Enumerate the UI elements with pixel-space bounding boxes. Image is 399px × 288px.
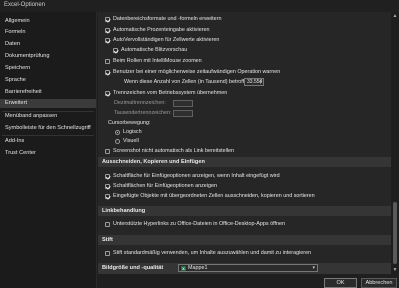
thousands-separator-label: Tausendertrennzeichen: xyxy=(114,110,172,116)
scroll-up-icon[interactable]: ▲ xyxy=(392,13,398,19)
checkbox[interactable] xyxy=(105,173,110,179)
dialog-footer: OK Abbrechen xyxy=(98,276,399,288)
sidebar-item-barrierefreiheit[interactable]: Barrierefreiheit xyxy=(0,88,96,97)
sidebar-item-trust-center[interactable]: Trust Center xyxy=(0,149,96,158)
option-intellimouse-zoom[interactable]: Beim Rollen mit IntelliMouse zoomen xyxy=(105,57,202,65)
thousands-separator-row: Tausendertrennzeichen: xyxy=(114,109,172,117)
decimal-separator-input[interactable] xyxy=(173,100,193,107)
option-label: Visuell xyxy=(123,138,139,144)
option-label: Screenshot nicht automatisch als Link be… xyxy=(113,148,235,154)
checkbox[interactable] xyxy=(105,221,110,227)
option-insert-options-buttons[interactable]: Schaltflächen für Einfügeoptionen anzeig… xyxy=(105,182,217,190)
option-warn-operation[interactable]: Benutzer bei einer möglicherweise zeitau… xyxy=(105,68,280,76)
checkbox[interactable] xyxy=(105,90,110,96)
thousands-separator-input[interactable] xyxy=(173,110,193,117)
warn-cells-spinner[interactable]: 33.554 ▲ ▼ xyxy=(244,78,264,86)
option-cut-copy-sort-objects[interactable]: Eingefügte Objekte mit übergeordneten Ze… xyxy=(105,192,315,200)
option-label: Stift standardmäßig verwenden, um Inhalt… xyxy=(113,250,312,256)
option-label: Eingefügte Objekte mit übergeordneten Ze… xyxy=(113,193,315,199)
cancel-button[interactable]: Abbrechen xyxy=(361,278,397,288)
checkbox[interactable] xyxy=(105,69,110,75)
checkbox[interactable] xyxy=(105,37,110,43)
sidebar-item-dokumentpruefung[interactable]: Dokumentprüfung xyxy=(0,52,96,61)
option-label: Datenbereichsformate und -formeln erweit… xyxy=(113,16,222,22)
cursor-movement-row: Cursorbewegung: xyxy=(108,119,151,127)
sidebar-item-sprache[interactable]: Sprache xyxy=(0,76,96,85)
checkbox[interactable] xyxy=(105,58,110,64)
content-scrollbar[interactable]: ▲ ▼ xyxy=(391,12,399,274)
option-autocomplete[interactable]: AutoVervollständigen für Zellwerte aktiv… xyxy=(105,36,219,44)
advanced-options-panel: Datenbereichsformate und -formeln erweit… xyxy=(98,12,391,274)
checkbox[interactable] xyxy=(113,47,118,53)
cursor-visual-option[interactable]: Visuell xyxy=(115,137,139,145)
option-label: Unterstützte Hyperlinks zu Office-Dateie… xyxy=(113,221,285,227)
decimal-separator-label: Dezimaltrennzeichen: xyxy=(114,100,166,106)
option-auto-percent[interactable]: Automatische Prozenteingabe aktivieren xyxy=(105,26,210,34)
sidebar-item-addins[interactable]: Add-Ins xyxy=(0,137,96,146)
title-bar: Excel-Optionen xyxy=(0,0,399,12)
option-label: Benutzer bei einer möglicherweise zeitau… xyxy=(113,69,281,75)
decimal-separator-row: Dezimaltrennzeichen: xyxy=(114,99,166,107)
sidebar-divider xyxy=(2,135,94,136)
sidebar-item-daten[interactable]: Daten xyxy=(0,40,96,49)
scroll-down-icon[interactable]: ▼ xyxy=(392,267,398,273)
sidebar-item-menueband[interactable]: Menüband anpassen xyxy=(0,112,96,121)
section-pen: Stift xyxy=(98,235,391,245)
option-label: Schaltflächen für Einfügeoptionen anzeig… xyxy=(113,183,217,189)
option-pen-default[interactable]: Stift standardmäßig verwenden, um Inhalt… xyxy=(105,249,311,257)
checkbox[interactable] xyxy=(105,148,110,154)
option-label: Trennzeichen vom Betriebssystem übernehm… xyxy=(113,90,228,96)
section-cut-copy-paste: Ausschneiden, Kopieren und Einfügen xyxy=(98,157,391,167)
sidebar-item-erweitert[interactable]: Erweitert xyxy=(0,99,96,108)
scrollbar-thumb[interactable] xyxy=(393,202,397,264)
option-label: Schaltfläche für Einfügeoptionen anzeige… xyxy=(113,173,280,179)
section-image-size-title: Bildgröße und -qualität xyxy=(102,265,164,271)
option-label: Beim Rollen mit IntelliMouse zoomen xyxy=(113,58,202,64)
radio-button[interactable] xyxy=(115,129,120,135)
image-size-workbook-select[interactable]: X Mappe1 ▾ xyxy=(178,264,318,272)
option-paste-options-button[interactable]: Schaltfläche für Einfügeoptionen anzeige… xyxy=(105,172,280,180)
excel-workbook-icon: X xyxy=(181,265,186,271)
warn-cells-label: Wenn diese Anzahl von Zellen (in Tausend… xyxy=(124,79,259,85)
spinner-arrows-icon[interactable]: ▲ ▼ xyxy=(259,79,262,85)
option-screenshot-link[interactable]: Screenshot nicht automatisch als Link be… xyxy=(105,147,234,155)
workbook-name: Mappe1 xyxy=(188,265,208,271)
sidebar-item-formeln[interactable]: Formeln xyxy=(0,28,96,37)
option-extend-formats[interactable]: Datenbereichsformate und -formeln erweit… xyxy=(105,15,221,23)
warn-cells-row: Wenn diese Anzahl von Zellen (in Tausend… xyxy=(124,78,259,86)
checkbox[interactable] xyxy=(105,193,110,199)
cursor-movement-label: Cursorbewegung: xyxy=(108,120,151,126)
sidebar-item-allgemein[interactable]: Allgemein xyxy=(0,17,96,26)
checkbox[interactable] xyxy=(105,27,110,33)
option-label: Automatische Blitzvorschau xyxy=(121,47,188,53)
option-open-hyperlinks[interactable]: Unterstützte Hyperlinks zu Office-Dateie… xyxy=(105,220,285,228)
ok-button[interactable]: OK xyxy=(324,278,357,288)
sidebar-item-speichern[interactable]: Speichern xyxy=(0,64,96,73)
option-label: AutoVervollständigen für Zellwerte aktiv… xyxy=(113,37,220,43)
checkbox[interactable] xyxy=(105,183,110,189)
option-label: Logisch xyxy=(123,129,142,135)
option-label: Automatische Prozenteingabe aktivieren xyxy=(113,27,210,33)
options-sidebar: Allgemein Formeln Daten Dokumentprüfung … xyxy=(0,12,97,288)
option-flash-fill[interactable]: Automatische Blitzvorschau xyxy=(113,46,187,54)
sidebar-item-schnellzugriff[interactable]: Symbolleiste für den Schnellzugriff xyxy=(0,124,96,133)
radio-button[interactable] xyxy=(115,138,120,144)
checkbox[interactable] xyxy=(105,250,110,256)
checkbox[interactable] xyxy=(105,16,110,22)
cursor-logical-option[interactable]: Logisch xyxy=(115,128,142,136)
window-title: Excel-Optionen xyxy=(4,2,46,8)
chevron-down-icon[interactable]: ▾ xyxy=(312,265,315,271)
option-system-separators[interactable]: Trennzeichen vom Betriebssystem übernehm… xyxy=(105,89,227,97)
section-link-handling: Linkbehandlung xyxy=(98,206,391,216)
